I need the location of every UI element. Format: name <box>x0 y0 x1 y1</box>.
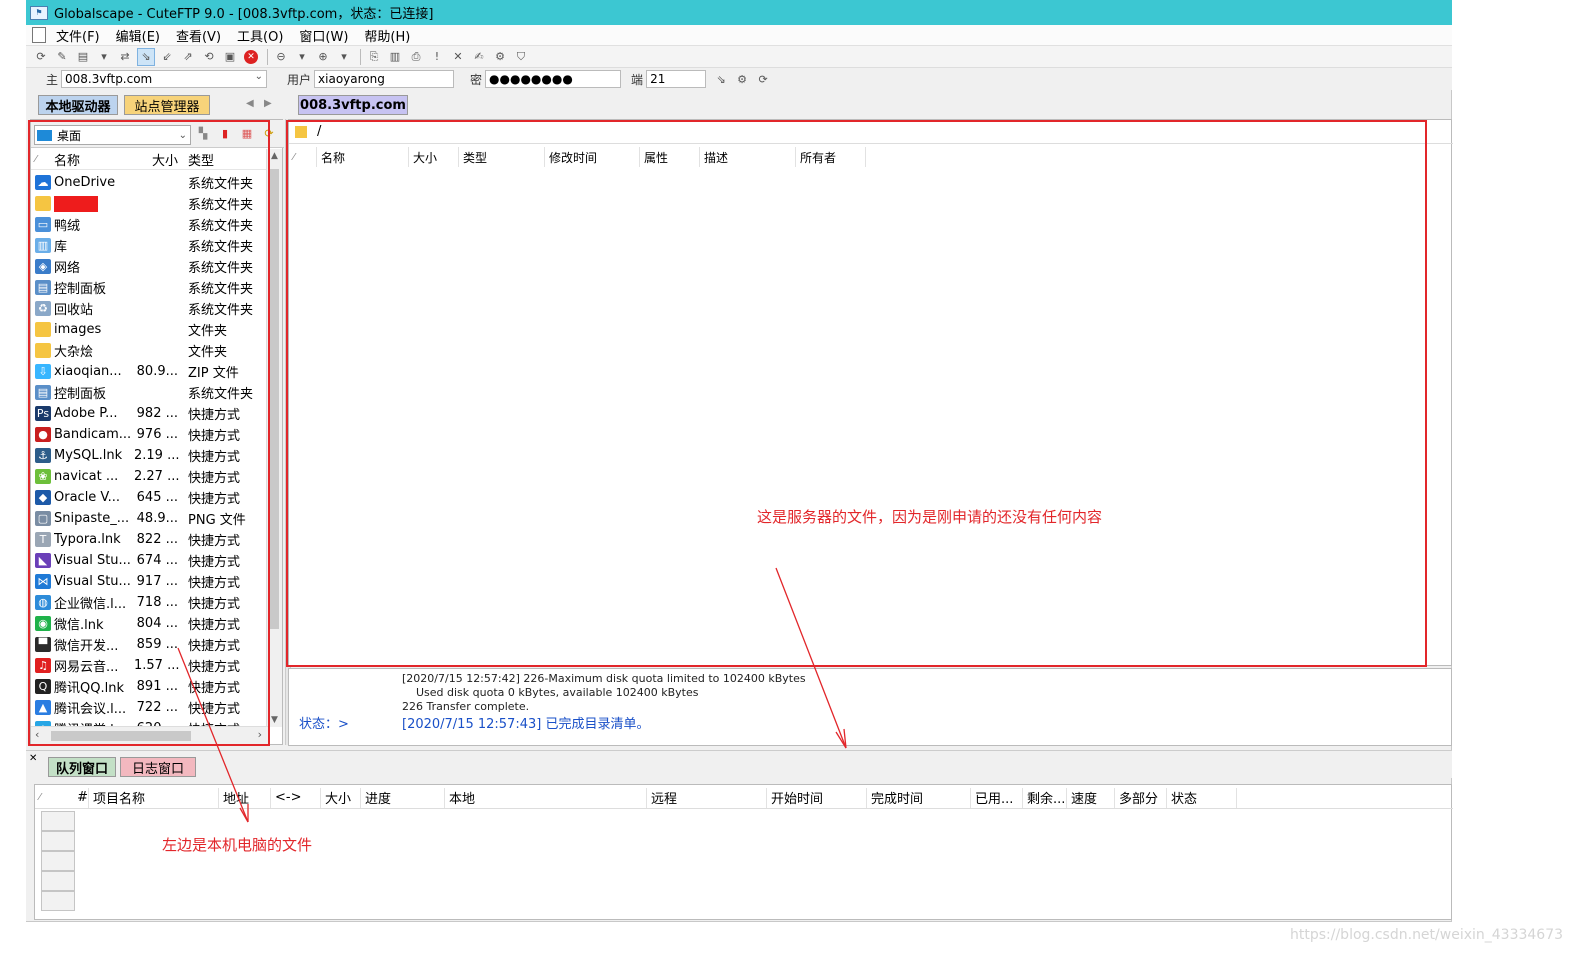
local-arrow <box>177 647 249 823</box>
local-arrowhead <box>239 807 249 823</box>
annotation-arrows <box>177 567 847 823</box>
server-arrow <box>775 567 847 749</box>
watermark: https://blog.csdn.net/weixin_43334673 <box>1290 927 1564 943</box>
